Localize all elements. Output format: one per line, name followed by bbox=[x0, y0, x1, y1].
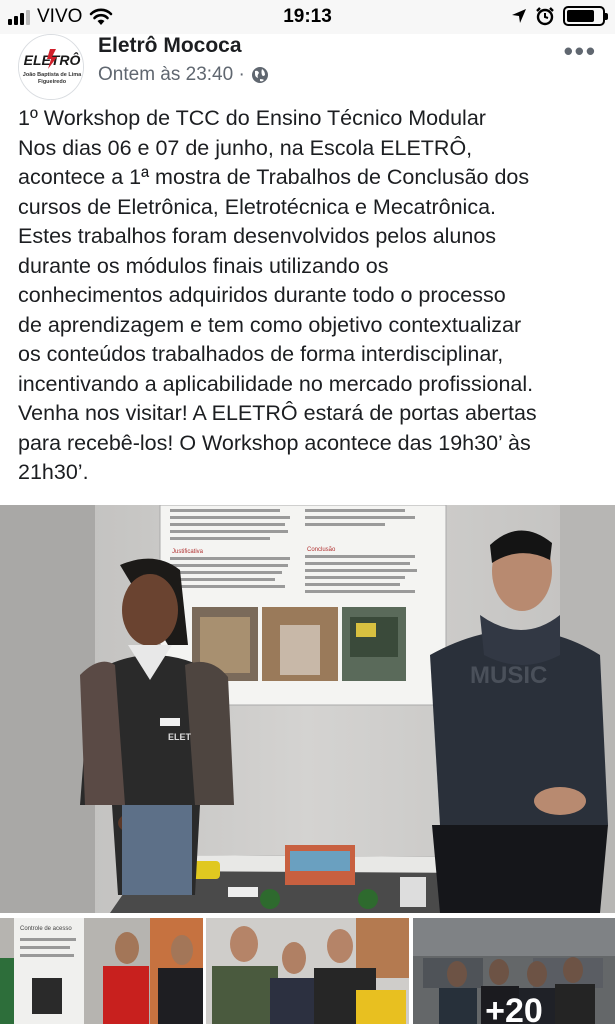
post-text: 1º Workshop de TCC do Ensino Técnico Mod… bbox=[18, 104, 608, 488]
battery-icon bbox=[563, 6, 608, 26]
post-header: ELETRÔ João Baptista de Lima Figueiredo … bbox=[0, 34, 615, 100]
post-text-line: para recebê-los! O Workshop acontece das… bbox=[18, 430, 531, 455]
svg-text:João Baptista de Lima: João Baptista de Lima bbox=[23, 72, 82, 78]
photo-thumbnail-more[interactable]: +20 bbox=[413, 918, 615, 1024]
post-text-line: os conteúdos trabalhados de forma interd… bbox=[18, 342, 504, 366]
post-text-line: cursos de Eletrônica, Eletrotécnica e Me… bbox=[18, 194, 497, 219]
post-text-line: 21h30’. bbox=[18, 460, 89, 484]
more-photos-count: +20 bbox=[485, 992, 543, 1024]
eletro-logo: ELETRÔ João Baptista de Lima Figueiredo bbox=[19, 35, 83, 99]
svg-text:Conclusão: Conclusão bbox=[307, 547, 336, 553]
page-avatar[interactable]: ELETRÔ João Baptista de Lima Figueiredo bbox=[18, 34, 84, 100]
svg-text:MUSIC: MUSIC bbox=[470, 662, 547, 689]
svg-text:ELET: ELET bbox=[168, 732, 192, 742]
svg-text:Justificativa: Justificativa bbox=[172, 549, 204, 555]
post-timestamp[interactable]: Ontem às 23:40 · bbox=[98, 64, 245, 86]
svg-text:Controle de acesso: Controle de acesso bbox=[20, 926, 72, 932]
photo-thumbnails: Controle de acesso +20 bbox=[0, 918, 615, 1024]
post-text-line: durante os módulos finais utilizando os bbox=[18, 253, 389, 278]
status-right bbox=[511, 6, 608, 26]
post-text-line: Nos dias 06 e 07 de junho, na Escola ELE… bbox=[18, 135, 473, 160]
svg-text:Figueiredo: Figueiredo bbox=[38, 79, 67, 85]
alarm-clock-icon bbox=[536, 7, 554, 26]
main-photo[interactable]: Justificativa Conclusão ELET MUSIC bbox=[0, 505, 615, 913]
post-text-line: Venha nos visitar! A ELETRÔ estará de po… bbox=[18, 401, 537, 425]
workshop-photo: Justificativa Conclusão ELET MUSIC bbox=[0, 505, 615, 913]
post-text-line: conhecimentos adquiridos durante todo o … bbox=[18, 283, 506, 307]
globe-icon bbox=[251, 67, 268, 83]
more-options-icon[interactable]: ••• bbox=[564, 36, 597, 67]
location-arrow-icon bbox=[512, 9, 526, 23]
post-text-line: Estes trabalhos foram desenvolvidos pelo… bbox=[18, 224, 497, 248]
photo-thumbnail[interactable]: Controle de acesso bbox=[0, 918, 203, 1024]
post-meta: Ontem às 23:40 · bbox=[98, 64, 269, 86]
post-text-line: de aprendizagem e tem como objetivo cont… bbox=[18, 312, 522, 337]
post-text-line: 1º Workshop de TCC do Ensino Técnico Mod… bbox=[18, 106, 486, 130]
post-text-line: acontece a 1ª mostra de Trabalhos de Con… bbox=[18, 165, 530, 189]
status-bar: VIVO 19:13 bbox=[0, 0, 615, 34]
post-text-line: incentivando a aplicabilidade no mercado… bbox=[18, 371, 534, 396]
author-name[interactable]: Eletrô Mococa bbox=[98, 34, 242, 58]
photo-thumbnail[interactable] bbox=[206, 918, 409, 1024]
